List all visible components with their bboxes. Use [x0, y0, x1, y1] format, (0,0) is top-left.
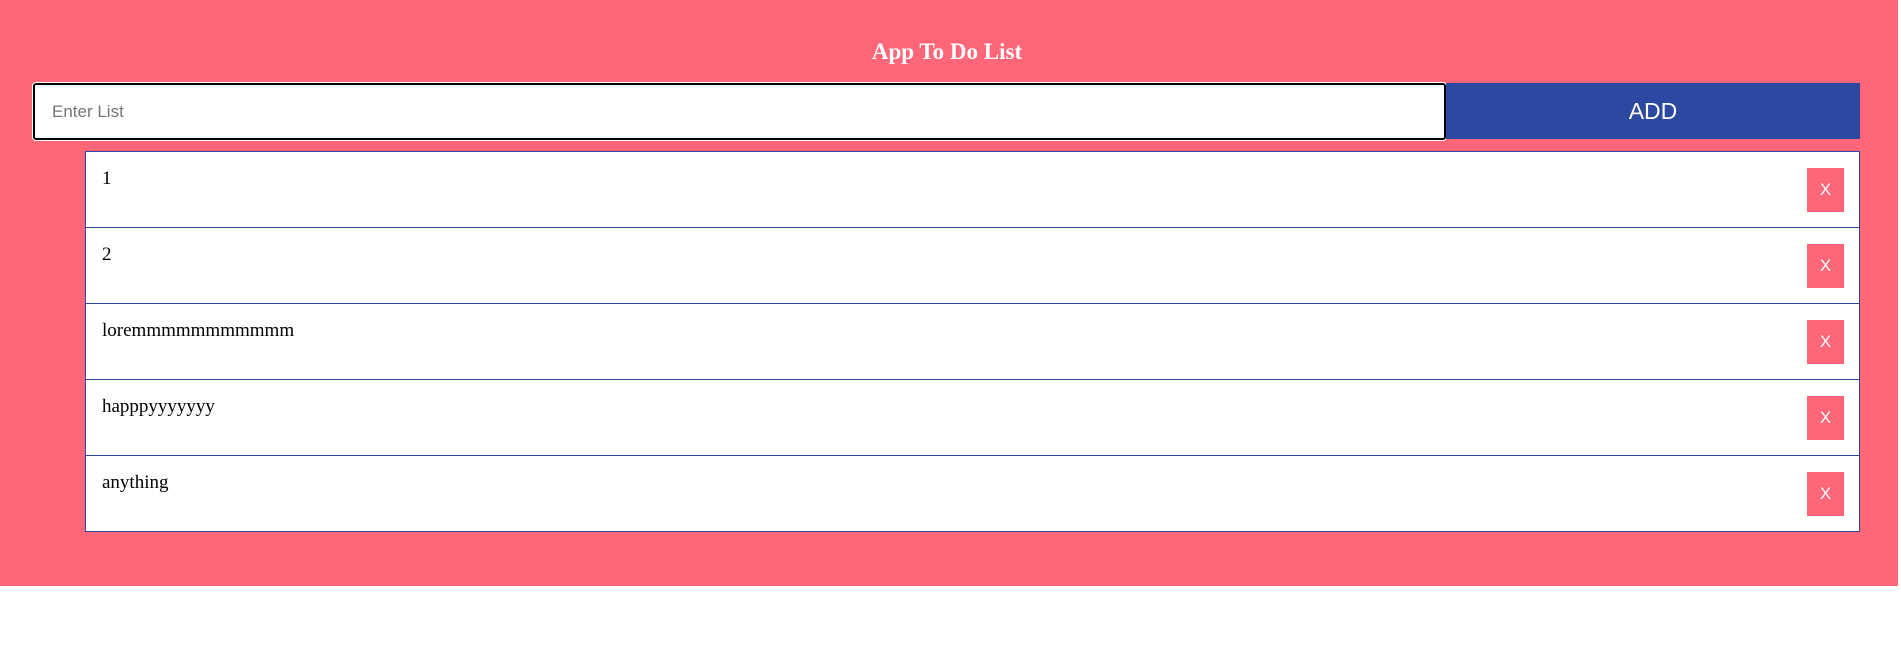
todo-input[interactable]	[32, 82, 1447, 141]
delete-button[interactable]: X	[1807, 396, 1844, 440]
delete-button[interactable]: X	[1807, 472, 1844, 516]
todo-item: anything X	[85, 455, 1860, 532]
add-button[interactable]: ADD	[1446, 83, 1860, 139]
todo-text: 2	[102, 244, 112, 265]
todo-item: happpyyyyyyy X	[85, 379, 1860, 456]
todo-text: 1	[102, 168, 112, 189]
todo-item: 2 X	[85, 227, 1860, 304]
todo-text: anything	[102, 472, 169, 493]
delete-button[interactable]: X	[1807, 168, 1844, 212]
todo-text: loremmmmmmmmmmm	[102, 320, 295, 341]
delete-button[interactable]: X	[1807, 244, 1844, 288]
todo-item: loremmmmmmmmmmm X	[85, 303, 1860, 380]
todo-text: happpyyyyyyy	[102, 396, 215, 417]
todo-app: App To Do List ADD 1 X 2 X loremmmmmmmmm…	[0, 0, 1898, 586]
delete-button[interactable]: X	[1807, 320, 1844, 364]
app-title: App To Do List	[871, 39, 1023, 64]
todo-item: 1 X	[85, 151, 1860, 228]
add-todo-row: ADD	[32, 82, 1860, 141]
todo-list: 1 X 2 X loremmmmmmmmmmm X happpyyyyyyy X…	[85, 151, 1860, 532]
